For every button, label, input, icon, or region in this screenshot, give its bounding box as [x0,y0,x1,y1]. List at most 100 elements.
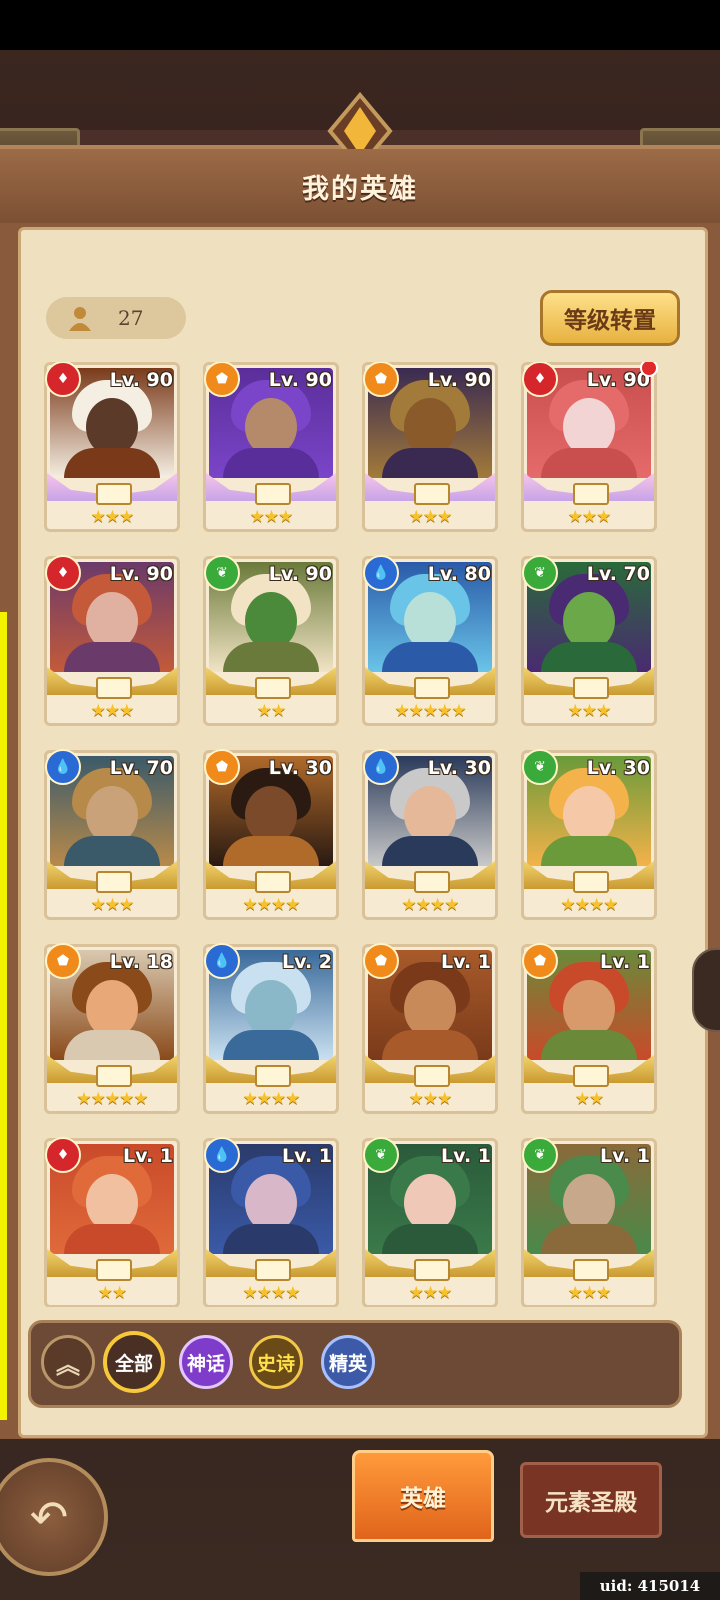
water-element-icon: 💧 [363,555,399,591]
rarity-badge [414,677,450,699]
rarity-badge [96,871,132,893]
hero-level: Lv. 1 [441,951,491,973]
side-scroll-indicator[interactable] [0,612,7,1420]
nature-element-icon: ❦ [204,555,240,591]
hero-card[interactable]: ⬟ Lv. 1 ★★★ [362,943,498,1114]
hero-card[interactable]: 💧 Lv. 80 ★★★★★ [362,555,498,726]
hero-card[interactable]: ♦ Lv. 90 ★★★ [44,362,180,532]
hero-level: Lv. 90 [268,369,332,391]
collapse-chevron-icon[interactable]: ︽ [41,1335,95,1389]
tab-heroes[interactable]: 英雄 [352,1450,494,1542]
notification-dot [640,362,658,377]
hero-level: Lv. 90 [109,563,173,585]
hero-card[interactable]: ❦ Lv. 70 ★★★ [521,555,657,726]
uid-label: uid: 415014 [580,1572,720,1600]
light-element-icon: ⬟ [363,362,399,397]
hero-card[interactable]: ♦ Lv. 1 ★★ [44,1137,180,1307]
hero-level: Lv. 30 [268,757,332,779]
level-swap-button[interactable]: 等级转置 [540,290,680,346]
hero-level: Lv. 90 [268,563,332,585]
hero-count-value: 27 [118,306,144,330]
hero-stars: ★★★ [408,1283,453,1303]
nature-element-icon: ❦ [522,749,558,785]
hero-level: Lv. 1 [123,1145,173,1167]
hero-card[interactable]: ⬟ Lv. 18 ★★★★★ [44,943,180,1114]
hero-stars: ★★★ [408,1089,453,1109]
hero-stars: ★★★ [90,507,135,527]
hero-card[interactable]: ♦ Lv. 90 ★★★ [44,555,180,726]
hero-stars: ★★★ [567,701,612,721]
hero-stars: ★★ [574,1089,604,1109]
page-title: 我的英雄 [302,173,418,205]
hero-level: Lv. 1 [282,1145,332,1167]
hero-card[interactable]: 💧 Lv. 30 ★★★★ [362,749,498,920]
rarity-badge [96,1065,132,1087]
hero-stars: ★★★★ [242,895,301,915]
hero-stars: ★★★★ [560,895,619,915]
rarity-badge [414,1065,450,1087]
hero-card[interactable]: 💧 Lv. 1 ★★★★ [203,1137,339,1307]
rarity-badge [414,871,450,893]
light-element-icon: ⬟ [522,943,558,979]
hero-level: Lv. 70 [109,757,173,779]
rarity-badge [573,483,609,505]
hero-stars: ★★★ [567,1283,612,1303]
rarity-badge [573,871,609,893]
back-arrow-icon: ↶ [29,1490,69,1544]
hero-card[interactable]: 💧 Lv. 70 ★★★ [44,749,180,920]
hero-level: Lv. 70 [586,563,650,585]
light-element-icon: ⬟ [204,749,240,785]
hero-stars: ★★★★ [242,1089,301,1109]
hero-card[interactable]: ⬟ Lv. 30 ★★★★ [203,749,339,920]
light-element-icon: ⬟ [45,943,81,979]
water-element-icon: 💧 [204,943,240,979]
filter-myth-button[interactable]: 神话 [179,1335,233,1389]
filter-elite-button[interactable]: 精英 [321,1335,375,1389]
hero-level: Lv. 90 [427,369,491,391]
hero-stars: ★★★★★ [394,701,466,721]
hero-level: Lv. 30 [427,757,491,779]
hero-card[interactable]: ♦ Lv. 90 ★★★ [521,362,658,532]
hero-count: 27 [46,297,186,339]
rarity-badge [255,483,291,505]
hero-stars: ★★★ [90,701,135,721]
water-element-icon: 💧 [363,749,399,785]
hero-level: Lv. 1 [441,1145,491,1167]
tab-element-temple[interactable]: 元素圣殿 [520,1462,662,1538]
rarity-badge [414,483,450,505]
filter-epic-button[interactable]: 史诗 [249,1335,303,1389]
hero-grid: ♦ Lv. 90 ★★★ ⬟ Lv. 90 ★★★ ⬟ Lv. 90 ★★★ ♦… [44,362,674,1307]
hero-level: Lv. 30 [586,757,650,779]
hero-card[interactable]: 💧 Lv. 2 ★★★★ [203,943,339,1114]
rarity-badge [255,1259,291,1281]
hero-card[interactable]: ⬟ Lv. 90 ★★★ [362,362,498,532]
rarity-badge [96,1259,132,1281]
hero-card[interactable]: ❦ Lv. 30 ★★★★ [521,749,657,920]
light-element-icon: ⬟ [363,943,399,979]
hero-level: Lv. 1 [600,1145,650,1167]
water-element-icon: 💧 [204,1137,240,1173]
rarity-badge [573,1065,609,1087]
hero-card[interactable]: ❦ Lv. 1 ★★★ [521,1137,657,1307]
nature-element-icon: ❦ [522,555,558,591]
hero-level: Lv. 2 [282,951,332,973]
fire-element-icon: ♦ [522,362,558,397]
rarity-badge [255,677,291,699]
nature-element-icon: ❦ [363,1137,399,1173]
filter-all-button[interactable]: 全部 [103,1331,165,1393]
side-expand-handle[interactable] [692,948,720,1032]
hero-stars: ★★ [256,701,286,721]
hero-stars: ★★★★ [401,895,460,915]
hero-stars: ★★★ [249,507,294,527]
hero-card[interactable]: ⬟ Lv. 1 ★★ [521,943,657,1114]
fire-element-icon: ♦ [45,362,81,397]
fire-element-icon: ♦ [45,1137,81,1173]
hero-stars: ★★★ [408,507,453,527]
hero-level: Lv. 90 [109,369,173,391]
hero-card[interactable]: ⬟ Lv. 90 ★★★ [203,362,339,532]
hero-stars: ★★ [97,1283,127,1303]
hero-card[interactable]: ❦ Lv. 1 ★★★ [362,1137,498,1307]
rarity-badge [414,1259,450,1281]
hero-card[interactable]: ❦ Lv. 90 ★★ [203,555,339,726]
hero-stars: ★★★★★ [76,1089,148,1109]
